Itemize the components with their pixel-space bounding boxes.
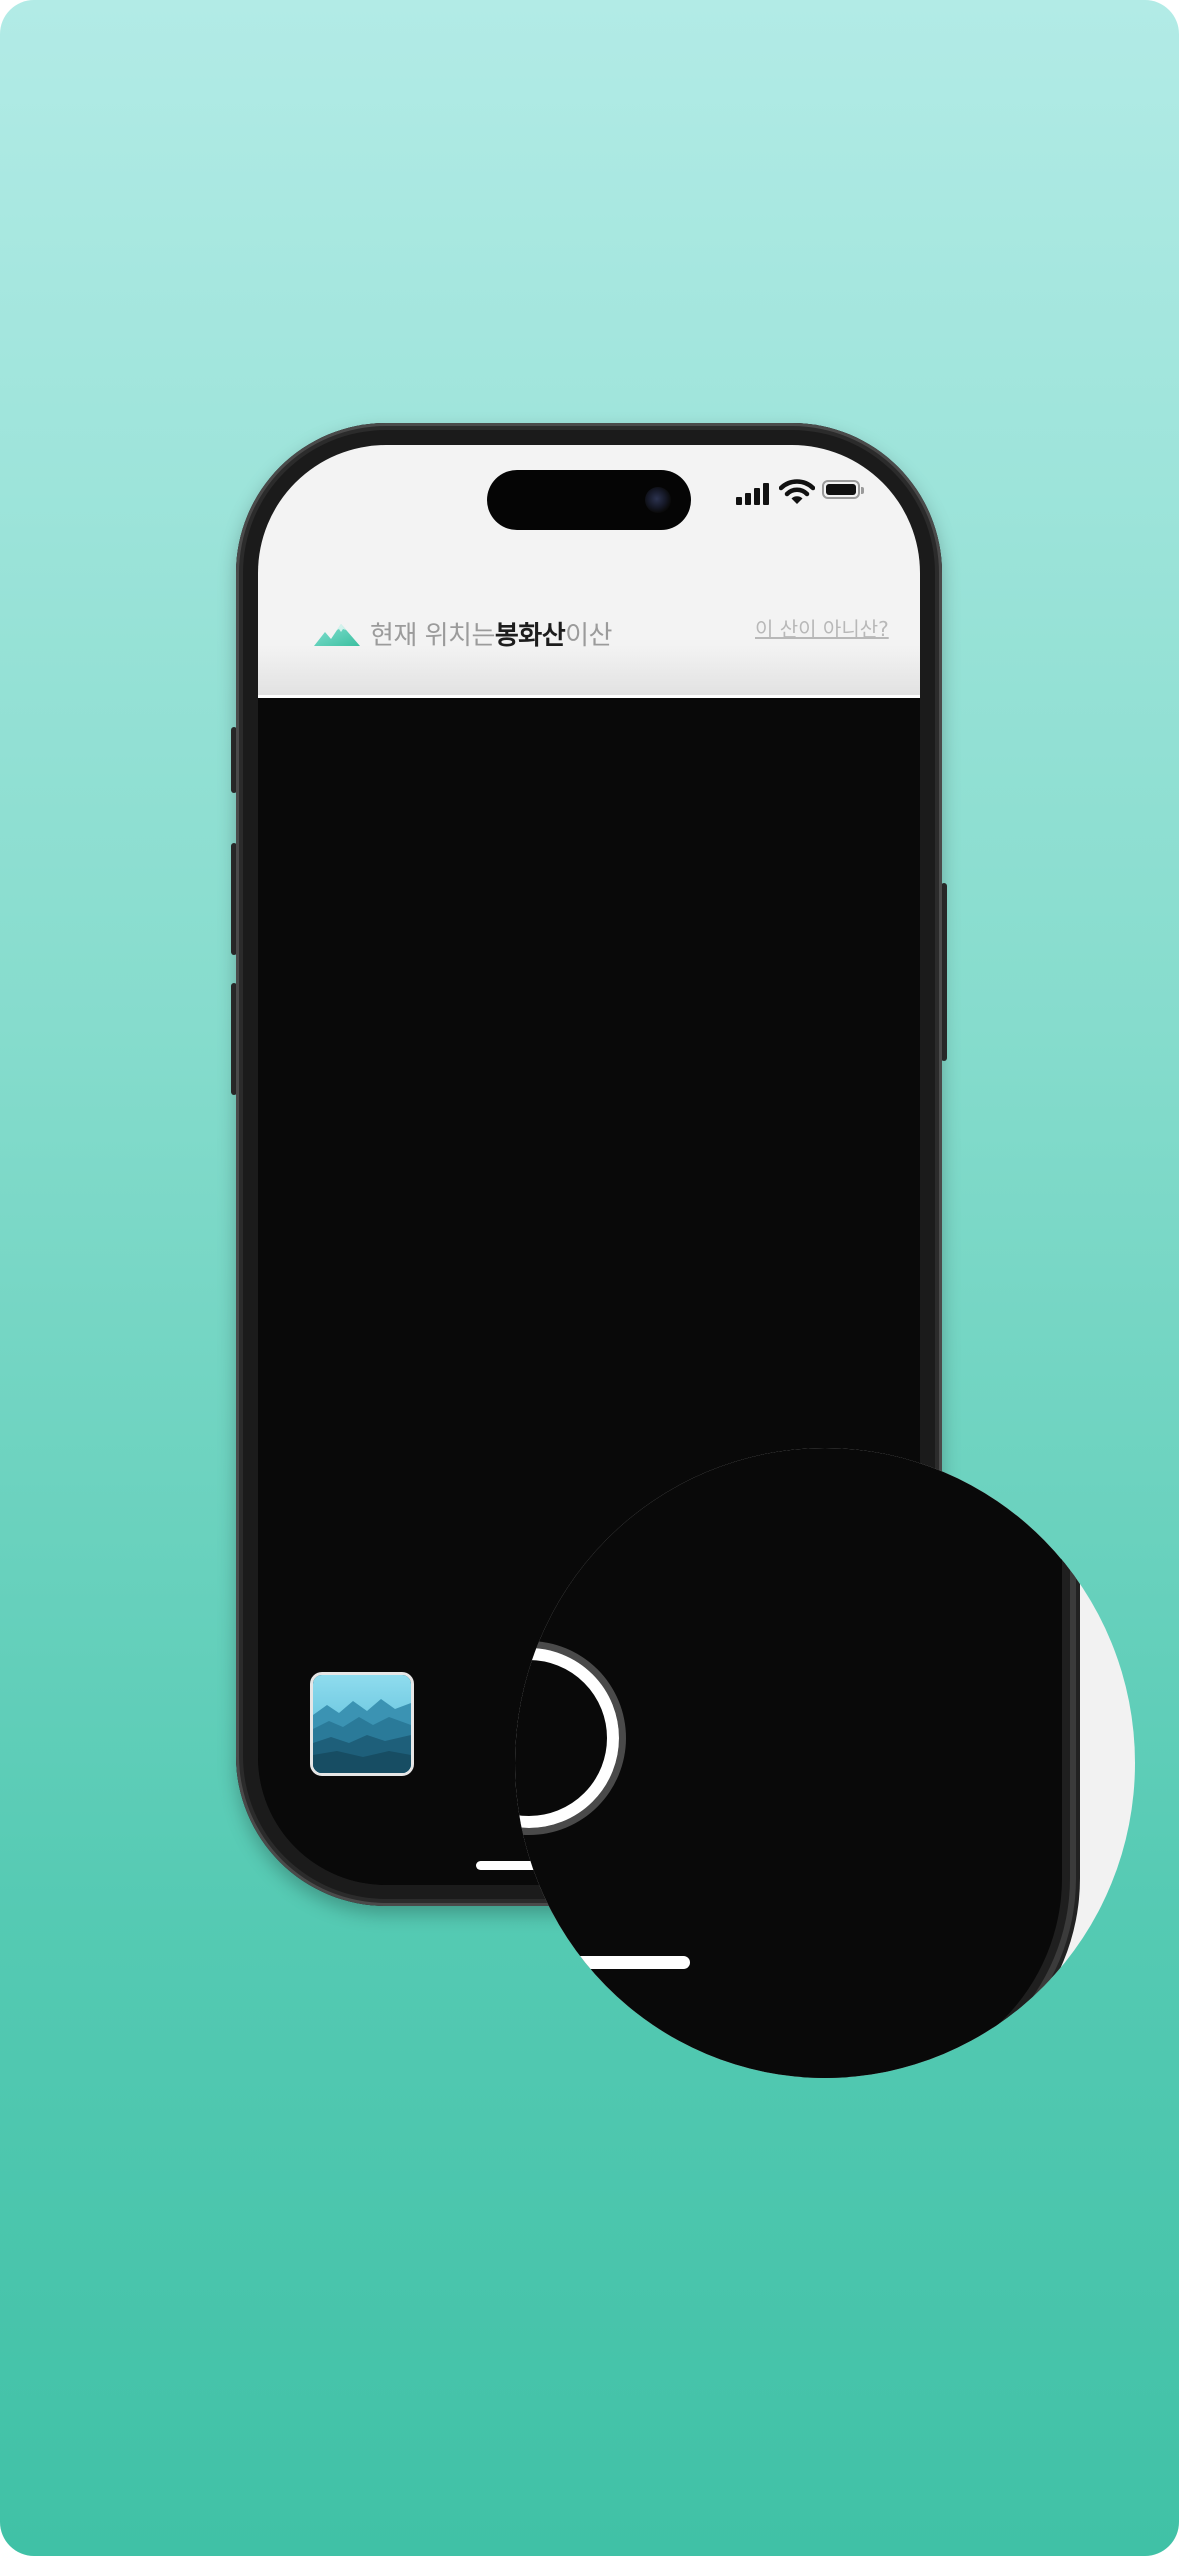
top-bar: 현재 위치는 봉화산 이산 이 산이 아니산? (258, 445, 920, 698)
gallery-thumbnail-button[interactable] (310, 1672, 414, 1776)
magnifier-content (515, 1448, 1135, 2078)
location-prefix: 현재 위치는 (370, 621, 495, 651)
wifi-icon (779, 479, 815, 504)
current-location-text: 현재 위치는 봉화산 이산 (314, 615, 612, 652)
front-camera-icon (645, 487, 671, 513)
magnified-home-indicator (564, 1956, 690, 1969)
not-this-mountain-link[interactable]: 이 산이 아니산? (755, 613, 889, 642)
battery-icon (822, 480, 864, 499)
gallery-thumbnail-icon (313, 1675, 411, 1773)
mountain-name: 봉화산 (494, 621, 566, 651)
dynamic-island (487, 470, 691, 530)
mountain-icon (314, 623, 360, 646)
cellular-signal-icon (736, 483, 770, 505)
location-suffix: 이산 (565, 621, 612, 651)
